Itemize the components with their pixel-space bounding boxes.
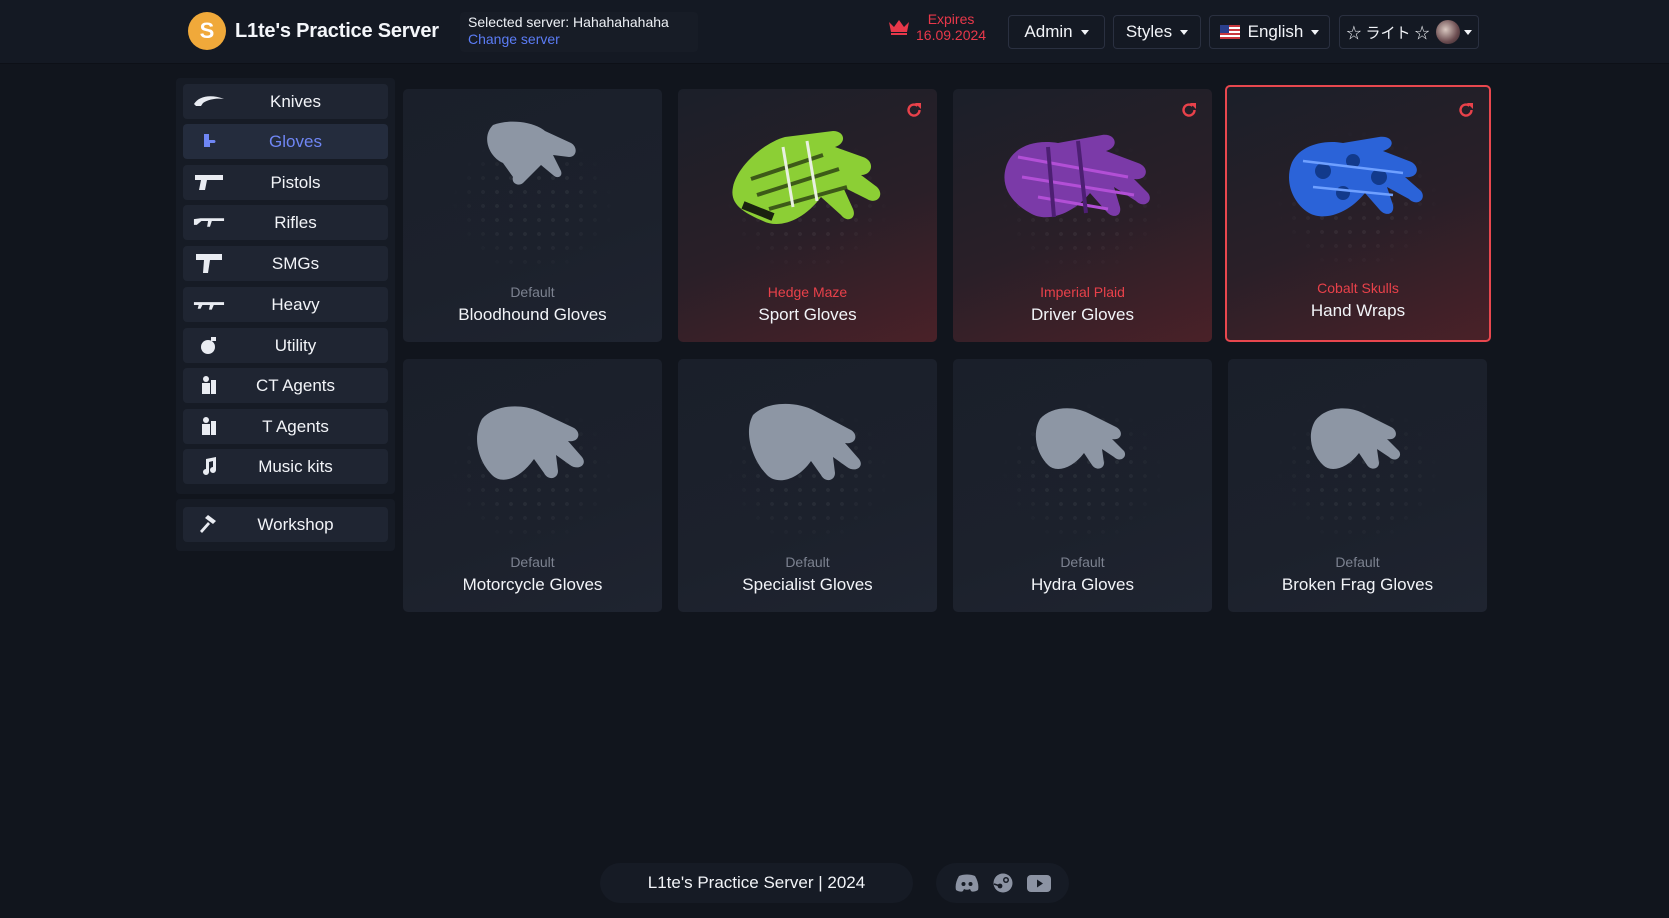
category-sidebar: Knives Gloves Pistols Rifles SMGs Heavy [176,78,395,494]
sidebar-item-heavy[interactable]: Heavy [183,287,388,322]
selected-server-text: Selected server: Hahahahahaha [468,14,669,30]
glove-card-hand-wraps[interactable]: Cobalt Skulls Hand Wraps [1225,85,1491,342]
glove-name: Driver Gloves [1031,305,1134,324]
user-dropdown[interactable]: ☆ ライト ☆ [1339,15,1479,49]
expires-label: Expires [927,11,975,27]
sidebar-item-ct-agents[interactable]: CT Agents [183,368,388,403]
music-icon [193,454,225,478]
skin-name: Cobalt Skulls [1317,280,1399,296]
sidebar-item-gloves[interactable]: Gloves [183,124,388,159]
server-selector: Selected server: Hahahahahaha Change ser… [460,12,698,52]
grenade-icon [193,333,225,357]
hammer-icon [193,512,225,536]
glove-card-driver[interactable]: Imperial Plaid Driver Gloves [953,89,1212,342]
sidebar-item-utility[interactable]: Utility [183,328,388,363]
top-navbar: S L1te's Practice Server Selected server… [0,0,1669,64]
crown-icon [889,20,909,35]
sidebar-item-music-kits[interactable]: Music kits [183,449,388,484]
agent-icon [193,414,225,438]
knife-icon [193,89,225,113]
glove-name: Motorcycle Gloves [462,575,603,594]
brand[interactable]: S L1te's Practice Server [188,12,439,50]
reset-icon[interactable] [1180,101,1198,119]
chevron-down-icon [1463,29,1472,35]
pistol-icon [193,170,225,194]
subscription-expiry: Expires 16.09.2024 [888,11,986,43]
glove-image [476,406,584,480]
sidebar-item-pistols[interactable]: Pistols [183,165,388,200]
footer-copyright: L1te's Practice Server | 2024 [600,863,913,903]
glove-image [1310,408,1400,469]
glove-icon [193,129,225,153]
glove-name: Broken Frag Gloves [1281,575,1434,594]
glove-card-broken-frag[interactable]: Default Broken Frag Gloves [1228,359,1487,612]
reset-icon[interactable] [1457,101,1475,119]
youtube-icon[interactable] [1026,873,1051,893]
heavy-icon [193,292,225,316]
language-label: English [1247,22,1304,41]
smg-icon [193,251,225,275]
glove-image [1289,136,1423,217]
sidebar-item-workshop[interactable]: Workshop [183,507,388,542]
sidebar-item-rifles[interactable]: Rifles [183,205,388,240]
reset-icon[interactable] [905,101,923,119]
styles-dropdown[interactable]: Styles [1113,15,1201,49]
rifle-icon [193,210,225,234]
styles-label: Styles [1125,22,1173,41]
glove-card-bloodhound[interactable]: Default Bloodhound Gloves [403,89,662,342]
glove-image [1035,408,1125,469]
admin-dropdown[interactable]: Admin [1008,15,1105,49]
expires-date: 16.09.2024 [916,27,987,43]
sidebar-item-knives[interactable]: Knives [183,84,388,119]
skin-name: Default [785,554,830,570]
social-links [936,863,1069,903]
glove-card-sport[interactable]: Hedge Maze Sport Gloves [678,89,937,342]
glove-card-specialist[interactable]: Default Specialist Gloves [678,359,937,612]
glove-name: Bloodhound Gloves [458,305,607,324]
admin-label: Admin [1024,22,1073,41]
glove-image [1003,134,1150,218]
skin-name: Hedge Maze [767,284,848,300]
brand-logo: S [188,12,226,50]
us-flag-icon [1219,25,1240,39]
avatar [1435,20,1460,44]
chevron-down-icon [1180,29,1189,35]
glove-name: Hand Wraps [1310,301,1406,320]
chevron-down-icon [1311,29,1320,35]
brand-name: L1te's Practice Server [235,19,439,42]
sidebar-item-t-agents[interactable]: T Agents [183,409,388,444]
skin-name: Default [510,554,555,570]
agent-icon [193,373,225,397]
steam-icon[interactable] [991,873,1015,893]
chevron-down-icon [1080,29,1089,35]
glove-card-hydra[interactable]: Default Hydra Gloves [953,359,1212,612]
glove-card-motorcycle[interactable]: Default Motorcycle Gloves [403,359,662,612]
skin-name: Default [1060,554,1105,570]
glove-name: Hydra Gloves [1031,575,1134,594]
glove-name: Sport Gloves [758,305,857,324]
change-server-link[interactable]: Change server [468,31,690,48]
workshop-section: Workshop [176,499,395,551]
language-dropdown[interactable]: English [1209,15,1330,49]
glove-name: Specialist Gloves [742,575,873,594]
glove-image [748,403,861,481]
skin-name: Default [1335,554,1380,570]
skin-name: Imperial Plaid [1040,284,1125,300]
user-name: ☆ ライト ☆ [1346,24,1430,42]
glove-image [486,121,576,185]
glove-image [731,131,880,224]
skin-name: Default [510,284,555,300]
discord-icon[interactable] [955,873,979,893]
sidebar-item-smgs[interactable]: SMGs [183,246,388,281]
